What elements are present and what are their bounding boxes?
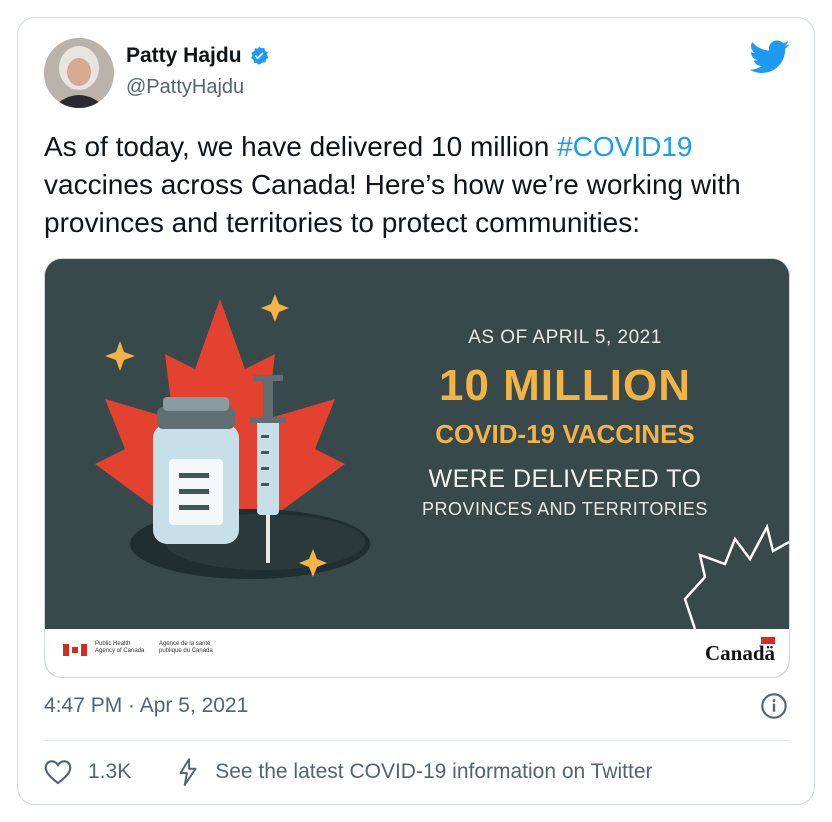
lightning-bolt-icon[interactable] bbox=[177, 758, 199, 786]
tweet-media-image[interactable]: AS OF APRIL 5, 2021 10 MILLION COVID-19 … bbox=[44, 258, 790, 678]
wordmark-flag-icon bbox=[761, 637, 775, 644]
agency-name-fr: Agence de la santé publique du Canada bbox=[159, 641, 213, 654]
agency-name-en: Public Health Agency of Canada bbox=[95, 641, 145, 654]
tweet-text-part2: vaccines across Canada! Here’s how we’re… bbox=[44, 169, 741, 238]
twitter-logo-icon[interactable] bbox=[750, 40, 790, 74]
info-icon[interactable] bbox=[760, 692, 788, 720]
tweet-card: Patty Hajdu @PattyHajdu As of today, we … bbox=[17, 17, 815, 805]
author-name[interactable]: Patty Hajdu bbox=[126, 44, 242, 68]
infographic-line1: WERE DELIVERED TO bbox=[428, 465, 702, 493]
infographic-date: AS OF APRIL 5, 2021 bbox=[468, 327, 662, 348]
covid-info-link[interactable]: See the latest COVID-19 information on T… bbox=[215, 760, 652, 784]
avatar[interactable] bbox=[44, 38, 114, 108]
infographic-line2: PROVINCES AND TERRITORIES bbox=[422, 499, 708, 519]
infographic-panel: AS OF APRIL 5, 2021 10 MILLION COVID-19 … bbox=[45, 259, 789, 629]
canada-flag-icon bbox=[63, 644, 87, 656]
heart-icon[interactable] bbox=[44, 759, 72, 785]
infographic-headline: 10 MILLION bbox=[438, 361, 692, 410]
maple-leaf-outline-icon bbox=[683, 523, 789, 629]
canada-wordmark-text: Canadä bbox=[704, 641, 775, 665]
verified-badge-icon bbox=[250, 46, 268, 65]
like-count[interactable]: 1.3K bbox=[88, 760, 131, 784]
author-handle[interactable]: @PattyHajdu bbox=[126, 76, 244, 99]
sparkle-icon bbox=[105, 341, 135, 371]
hashtag-link[interactable]: #COVID19 bbox=[557, 131, 692, 162]
sparkle-icon bbox=[261, 294, 289, 322]
infographic-subheadline: COVID-19 VACCINES bbox=[435, 419, 695, 449]
tweet-timestamp[interactable]: 4:47 PM · Apr 5, 2021 bbox=[44, 694, 248, 718]
tweet-text-part1: As of today, we have delivered 10 millio… bbox=[44, 131, 558, 162]
infographic-footer: Public Health Agency of Canada Agence de… bbox=[45, 629, 789, 677]
divider bbox=[44, 740, 790, 741]
tweet-actions: 1.3K See the latest COVID-19 information… bbox=[44, 758, 653, 786]
phac-logo: Public Health Agency of Canada Agence de… bbox=[63, 641, 215, 656]
canada-wordmark: Canadä bbox=[704, 637, 775, 666]
tweet-text: As of today, we have delivered 10 millio… bbox=[44, 128, 804, 242]
author-name-row[interactable]: Patty Hajdu bbox=[126, 44, 270, 68]
